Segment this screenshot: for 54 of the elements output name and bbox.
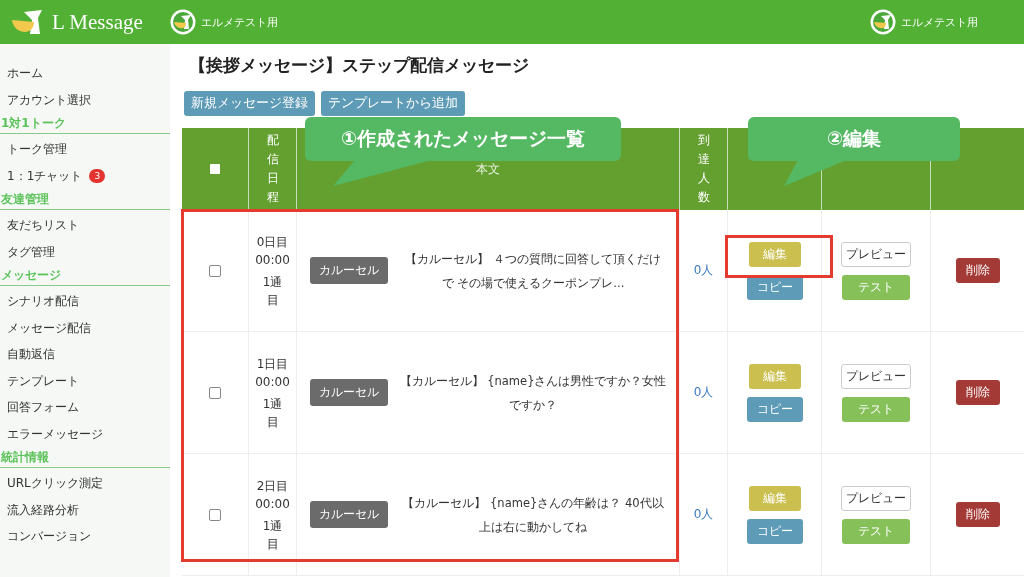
reach-count[interactable]: 0人 <box>693 384 714 401</box>
sidebar-item[interactable]: 回答フォーム <box>0 394 86 421</box>
sidebar-item[interactable]: エラーメッセージ <box>0 420 110 447</box>
preview-button[interactable]: プレビュー <box>841 241 911 267</box>
sidebar-item[interactable]: 流入経路分析 <box>0 496 86 523</box>
column-header: 本文 <box>476 160 500 178</box>
sidebar-section-title: 友達管理 <box>0 189 170 210</box>
sidebar-item[interactable]: 1：1チャット <box>0 162 90 189</box>
schedule-text: 2日目 00:00 <box>254 477 291 513</box>
message-text: 【カルーセル】 {name}さんの年齢は？ 40代以上は右に動かしてね <box>401 494 665 536</box>
sidebar-item[interactable]: コンバージョン <box>0 523 98 550</box>
column-header: 到達人数 <box>697 131 710 207</box>
account-avatar-icon <box>170 9 196 35</box>
account-name: エルメテスト用 <box>201 14 278 30</box>
row-checkbox[interactable] <box>209 264 221 277</box>
sidebar-item[interactable]: ホーム <box>0 60 170 87</box>
sidebar-item[interactable]: 自動返信 <box>0 341 62 368</box>
message-count: 1通目 <box>261 517 284 553</box>
preview-button[interactable]: プレビュー <box>841 363 911 389</box>
sidebar-item[interactable]: シナリオ配信 <box>0 288 86 315</box>
reach-count[interactable]: 0人 <box>693 262 714 279</box>
callout: ②編集 <box>748 117 960 187</box>
sidebar-item[interactable]: タグ管理 <box>0 238 62 265</box>
sidebar-item[interactable]: メッセージ配信 <box>0 314 98 341</box>
sidebar-item[interactable]: トーク管理 <box>0 136 74 163</box>
schedule-text: 1日目 00:00 <box>254 355 291 391</box>
select-all-checkbox[interactable] <box>210 164 220 174</box>
delete-button[interactable]: 削除 <box>955 258 1000 283</box>
column-header: 配信日程 <box>266 131 279 207</box>
reach-count[interactable]: 0人 <box>693 506 714 523</box>
sidebar-item[interactable]: アカウント選択 <box>0 86 170 113</box>
row-checkbox[interactable] <box>209 386 221 399</box>
type-tag: カルーセル <box>309 379 388 406</box>
page-title: 【挨拶メッセージ】ステップ配信メッセージ <box>189 54 530 77</box>
delete-button[interactable]: 削除 <box>955 502 1000 527</box>
message-count: 1通目 <box>261 395 284 431</box>
sidebar-section-title: 1対1トーク <box>0 113 170 134</box>
sidebar-item[interactable]: 友だちリスト <box>0 212 86 239</box>
unread-badge: 3 <box>89 168 106 183</box>
row-checkbox[interactable] <box>209 508 221 521</box>
sidebar-section-title: メッセージ <box>0 265 170 286</box>
sidebar-item[interactable]: テンプレート <box>0 367 86 394</box>
sidebar-item[interactable]: URLクリック測定 <box>0 470 110 497</box>
type-tag: カルーセル <box>309 257 388 284</box>
message-count: 1通目 <box>261 273 284 309</box>
preview-button[interactable]: プレビュー <box>841 485 911 511</box>
schedule-text: 0日目 00:00 <box>254 233 291 269</box>
message-text: 【カルーセル】 ４つの質問に回答して頂くだけで その場で使えるクーポンプレ... <box>404 250 662 292</box>
delete-button[interactable]: 削除 <box>955 380 1000 405</box>
type-tag: カルーセル <box>309 501 388 528</box>
message-text: 【カルーセル】 {name}さんは男性ですか？女性ですか？ <box>399 372 667 414</box>
sidebar-section-title: 統計情報 <box>0 447 170 468</box>
logo-text: L Message <box>52 9 143 35</box>
account-avatar-icon <box>870 9 896 35</box>
